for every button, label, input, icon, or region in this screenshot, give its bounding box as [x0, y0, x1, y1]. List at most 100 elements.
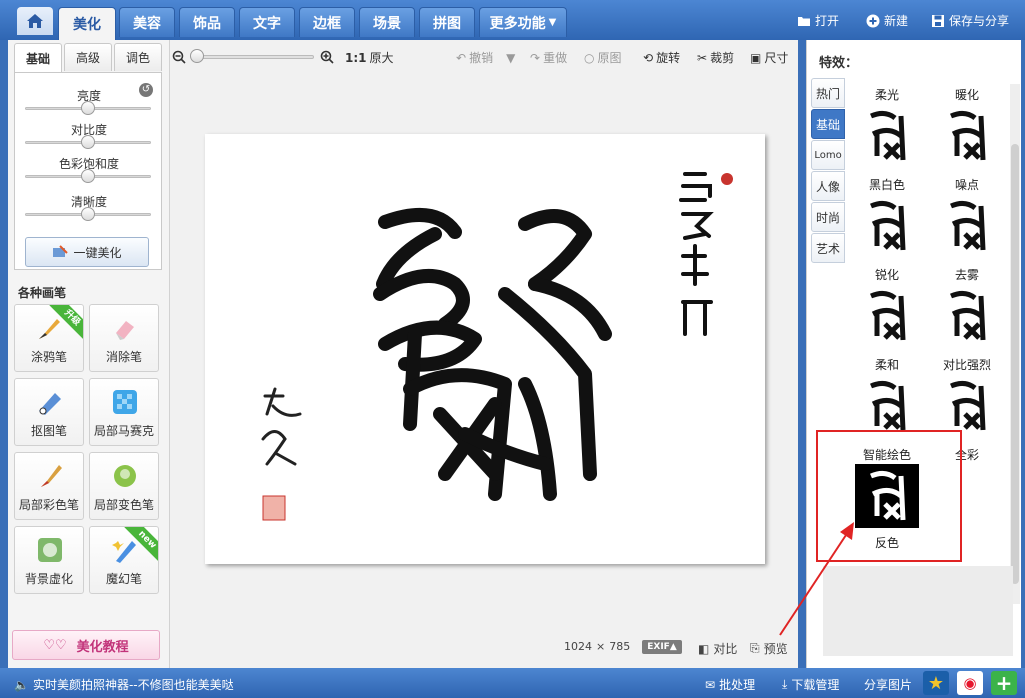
exif-button[interactable]: EXIF▲	[642, 640, 682, 654]
promo-link[interactable]: 🔈 实时美颜拍照神器--不修图也能美美哒	[14, 676, 234, 693]
plus-circle-icon	[866, 14, 880, 27]
effects-scrollbar[interactable]	[1010, 84, 1020, 604]
one-click-beautify-button[interactable]: 一键美化	[25, 237, 149, 267]
arrow-annotation-icon	[779, 522, 854, 636]
undo-dropdown-icon[interactable]: ▼	[506, 51, 515, 65]
compare-button[interactable]: ◧ 对比	[698, 640, 737, 657]
scissors-icon: ✂	[697, 50, 708, 65]
redo-button[interactable]: ↷ 重做	[530, 49, 567, 66]
tool-mosaic[interactable]: 局部马赛克	[89, 378, 159, 446]
rotate-label: 旋转	[656, 51, 681, 65]
slider-knob[interactable]	[81, 207, 95, 221]
actual-size-button[interactable]: 1:1 原大	[345, 49, 394, 66]
effect-label: 对比强烈	[942, 358, 991, 372]
crop-button[interactable]: ✂ 裁剪	[697, 49, 734, 66]
new-label: 新建	[884, 14, 909, 28]
effect-noise[interactable]: 噪点	[929, 176, 1005, 264]
save-share-button[interactable]: 保存与分享	[931, 12, 1009, 29]
slider-knob[interactable]	[81, 135, 95, 149]
sharpness-slider[interactable]: 清晰度	[15, 193, 163, 223]
slider-knob[interactable]	[81, 101, 95, 115]
image-height: 785	[609, 640, 631, 653]
effect-label: 噪点	[954, 178, 979, 192]
favorite-star-button[interactable]: ★	[923, 671, 949, 695]
weibo-button[interactable]: ◉	[957, 671, 983, 695]
tool-color-pen[interactable]: 局部彩色笔	[14, 452, 84, 520]
home-button[interactable]	[17, 7, 53, 35]
new-button[interactable]: 新建	[866, 12, 908, 29]
tab-collage[interactable]: 拼图	[419, 7, 475, 37]
tool-cutout-pen[interactable]: 抠图笔	[14, 378, 84, 446]
effect-soft-light[interactable]: 柔光	[849, 86, 925, 174]
rotate-button[interactable]: ⟲ 旋转	[643, 49, 680, 66]
tab-beautify[interactable]: 美化	[58, 7, 116, 40]
tool-color-change-pen[interactable]: 局部变色笔	[89, 452, 159, 520]
effect-thumbnail	[935, 104, 999, 168]
zoom-in-icon[interactable]	[320, 50, 334, 64]
saturation-slider[interactable]: 色彩饱和度	[15, 155, 163, 185]
effect-thumbnail	[935, 374, 999, 438]
subtab-color[interactable]: 调色	[114, 43, 162, 71]
tool-background-blur[interactable]: 背景虚化	[14, 526, 84, 594]
effect-tab-basic[interactable]: 基础	[811, 109, 845, 139]
blur-icon	[38, 538, 62, 562]
open-button[interactable]: 打开	[797, 12, 839, 29]
chevron-down-icon: ▼	[548, 17, 557, 28]
effect-warm[interactable]: 暖化	[929, 86, 1005, 174]
effect-thumbnail	[855, 374, 919, 438]
undo-label: 撤销	[469, 51, 494, 65]
effect-tab-hot[interactable]: 热门	[811, 78, 845, 108]
save-share-label: 保存与分享	[949, 14, 1010, 28]
slider-knob[interactable]	[81, 169, 95, 183]
effect-tab-lomo[interactable]: Lomo	[811, 140, 845, 170]
zoom-out-icon[interactable]	[172, 50, 186, 64]
tool-magic-pen[interactable]: new 魔幻笔	[89, 526, 159, 594]
effect-thumbnail	[935, 194, 999, 258]
image-canvas[interactable]	[205, 134, 765, 564]
zoom-slider[interactable]	[192, 55, 314, 59]
color-brush-icon	[41, 465, 62, 487]
tab-more-features[interactable]: 更多功能 ▼	[479, 7, 567, 37]
brightness-slider[interactable]: 亮度	[15, 87, 163, 117]
effect-sharpen[interactable]: 锐化	[849, 266, 925, 354]
download-manager-button[interactable]: ⤓ 下载管理	[782, 676, 839, 693]
scrollbar-thumb[interactable]	[1011, 144, 1019, 584]
resize-button[interactable]: ▣ 尺寸	[750, 49, 788, 66]
calligraphy-artwork	[261, 172, 733, 521]
paint-bucket-icon	[114, 465, 136, 487]
batch-process-button[interactable]: ✉ 批处理	[705, 676, 755, 693]
tool-label: 涂鸦笔	[30, 350, 67, 364]
subtab-basic[interactable]: 基础	[14, 43, 62, 73]
home-icon	[27, 14, 43, 28]
tab-more-label: 更多功能	[489, 15, 546, 32]
undo-icon: ↶	[456, 50, 467, 65]
share-image-button[interactable]: 分享图片	[864, 676, 912, 693]
folder-icon	[798, 16, 810, 26]
resize-icon: ▣	[750, 50, 762, 65]
tool-doodle-pen[interactable]: 升级 涂鸦笔	[14, 304, 84, 372]
speaker-icon: 🔈	[14, 677, 29, 692]
tool-eraser[interactable]: 消除笔	[89, 304, 159, 372]
add-button[interactable]: +	[991, 671, 1017, 695]
tab-border[interactable]: 边框	[299, 7, 355, 37]
weibo-icon: ◉	[963, 674, 977, 692]
effect-tab-portrait[interactable]: 人像	[811, 171, 845, 201]
effect-black-white[interactable]: 黑白色	[849, 176, 925, 264]
tool-label: 局部彩色笔	[18, 498, 79, 512]
zoom-knob[interactable]	[190, 49, 204, 63]
subtab-advanced[interactable]: 高级	[64, 43, 112, 71]
undo-button[interactable]: ↶ 撤销 ▼	[456, 49, 515, 66]
original-button[interactable]: ○ 原图	[584, 49, 622, 66]
tab-cosmetic[interactable]: 美容	[119, 7, 175, 37]
contrast-slider[interactable]: 对比度	[15, 121, 163, 151]
hands-icon: ♡♡	[43, 637, 67, 653]
beautify-tutorial-button[interactable]: ♡♡ 美化教程	[12, 630, 160, 660]
tab-scene[interactable]: 场景	[359, 7, 415, 37]
effect-tab-art[interactable]: 艺术	[811, 233, 845, 263]
tab-decoration[interactable]: 饰品	[179, 7, 235, 37]
original-icon: ○	[584, 50, 595, 65]
tab-text[interactable]: 文字	[239, 7, 295, 37]
effect-dehaze[interactable]: 去雾	[929, 266, 1005, 354]
effect-tab-fashion[interactable]: 时尚	[811, 202, 845, 232]
tool-label: 消除笔	[105, 350, 142, 364]
